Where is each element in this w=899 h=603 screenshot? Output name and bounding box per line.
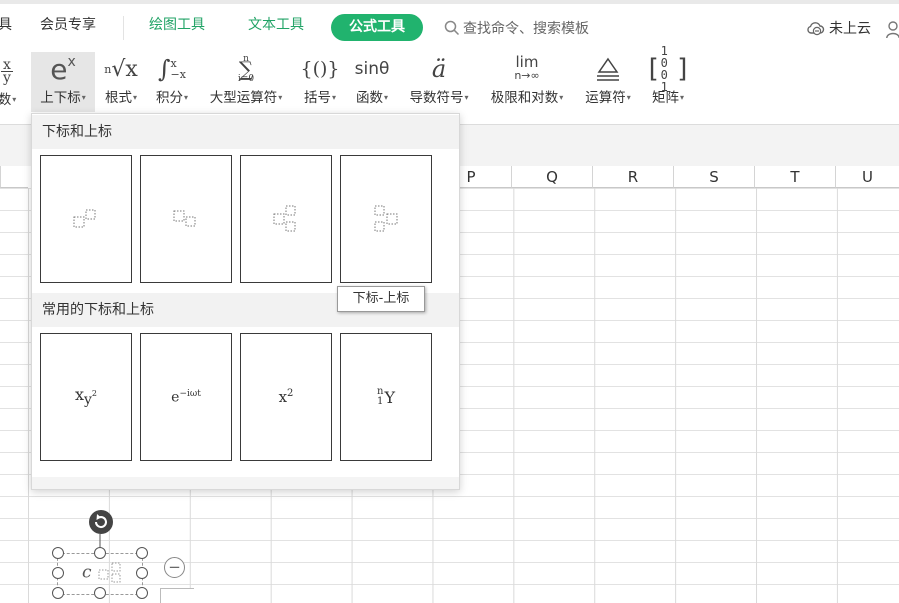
ribbon-large-operator[interactable]: n ∑ i=0 大型运算符▾ (202, 52, 290, 112)
column-header[interactable]: U (835, 166, 899, 188)
matrix-icon: [1 00 1] (645, 44, 691, 94)
ribbon-function[interactable]: sinθ 函数▾ (350, 52, 394, 112)
tooltip: 下标-上标 (337, 286, 425, 312)
top-menu-bar: 具 会员专享 绘图工具 文本工具 公式工具 查找命令、搜索模板 未上云 (0, 0, 899, 52)
template-sup: 2 (287, 388, 294, 399)
cloud-icon (807, 22, 825, 36)
search-placeholder: 查找命令、搜索模板 (463, 21, 589, 37)
tab-formula-tools[interactable]: 公式工具 (331, 14, 423, 41)
rotate-handle-icon[interactable] (89, 510, 113, 534)
accent-icon: ä (431, 55, 447, 83)
small-toolbar-icon[interactable] (160, 588, 194, 603)
menu-item-member[interactable]: 会员专享 (40, 14, 96, 36)
column-header-partial[interactable] (0, 166, 28, 188)
cloud-status[interactable]: 未上云 (806, 18, 871, 38)
template-label: xy2 (75, 385, 97, 408)
tab-text-tools[interactable]: 文本工具 (248, 14, 304, 36)
operator-icon (595, 52, 621, 86)
menu-item-partial[interactable]: 具 (0, 14, 12, 36)
formula-ribbon: xy 数▾ ex 上下标▾ n √x 根式▾ ∫ x −x 积分▾ n ∑ i=0 大型运… (0, 44, 899, 116)
ribbon-label: 括号 (303, 90, 331, 106)
template-subscript[interactable] (140, 155, 232, 283)
column-header[interactable]: R (592, 166, 673, 188)
ribbon-scripts[interactable]: ex 上下标▾ (31, 52, 95, 112)
template-label: x2 (279, 388, 294, 406)
ribbon-label: 根式 (104, 90, 132, 106)
sub-superscript-template-icon (273, 205, 296, 232)
template-base: x (74, 385, 84, 405)
template-presub: 1 (376, 396, 384, 407)
ribbon-brackets[interactable]: {()} 括号▾ (298, 52, 342, 112)
resize-handle[interactable] (136, 547, 148, 559)
template-sub: y (84, 392, 92, 409)
left-sub-superscript-template-icon (374, 205, 398, 232)
subscript-template-icon (173, 210, 196, 227)
column-header[interactable]: S (673, 166, 754, 188)
ribbon-label: 函数 (355, 90, 383, 106)
resize-handle[interactable] (136, 587, 148, 599)
column-header[interactable]: T (754, 166, 835, 188)
template-sup: −iωt (179, 388, 201, 399)
resize-handle[interactable] (52, 547, 64, 559)
ribbon-label: 数 (0, 92, 12, 108)
panel-footer (32, 477, 459, 489)
resize-handle[interactable] (52, 587, 64, 599)
function-icon: sinθ (354, 59, 390, 79)
ribbon-operator[interactable]: 运算符▾ (579, 52, 637, 112)
superscript-template-icon (73, 209, 96, 228)
common-template-x-squared[interactable]: x2 (240, 333, 332, 461)
ribbon-integral[interactable]: ∫ x −x 积分▾ (150, 52, 194, 112)
ribbon-accent[interactable]: ä 导数符号▾ (401, 52, 477, 112)
ribbon-label: 极限和对数 (490, 90, 559, 106)
section-title: 下标和上标 (32, 115, 459, 149)
placeholder-box-icon (98, 562, 121, 583)
integral-icon: ∫ x −x (158, 55, 186, 83)
ribbon-label: 运算符 (585, 90, 626, 106)
formula-base-text: c (82, 562, 92, 583)
template-label: e−iωt (171, 389, 201, 406)
ribbon-fraction[interactable]: xy 数▾ (0, 52, 20, 112)
common-template-e-power[interactable]: e−iωt (140, 333, 232, 461)
resize-handle[interactable] (94, 587, 106, 599)
cloud-status-label: 未上云 (829, 21, 871, 37)
limit-icon: lim n→∞ (514, 53, 540, 83)
ribbon-label: 上下标 (40, 90, 81, 106)
search-box[interactable]: 查找命令、搜索模板 (444, 18, 589, 38)
collapse-button[interactable]: − (164, 557, 185, 578)
tab-draw-tools[interactable]: 绘图工具 (149, 14, 205, 36)
ribbon-limit-log[interactable]: lim n→∞ 极限和对数▾ (483, 52, 571, 112)
template-superscript[interactable] (40, 155, 132, 283)
template-base: x (278, 388, 288, 406)
template-sup: 2 (91, 389, 98, 399)
template-label: n 1 Y (377, 387, 395, 407)
ribbon-label: 矩阵 (651, 90, 679, 106)
formula-object[interactable]: c (82, 562, 125, 584)
radical-icon: n √x (104, 56, 138, 82)
ribbon-label: 大型运算符 (209, 90, 278, 106)
fraction-icon: xy (1, 54, 13, 88)
column-header[interactable]: Q (511, 166, 592, 188)
common-template-x-sub-y-sq[interactable]: xy2 (40, 333, 132, 461)
template-base: Y (384, 387, 395, 407)
resize-handle[interactable] (94, 547, 106, 559)
template-sub-superscript[interactable] (240, 155, 332, 283)
ribbon-radical[interactable]: n √x 根式▾ (100, 52, 142, 112)
sum-icon: n ∑ i=0 (237, 54, 255, 84)
menu-separator (123, 16, 124, 40)
resize-handle[interactable] (136, 567, 148, 579)
common-template-left-scripts[interactable]: n 1 Y (340, 333, 432, 461)
ribbon-label: 导数符号 (409, 90, 464, 106)
ribbon-matrix[interactable]: [1 00 1] 矩阵▾ (645, 44, 691, 112)
template-left-sub-superscript[interactable] (340, 155, 432, 283)
user-icon[interactable] (886, 21, 899, 39)
resize-handle[interactable] (52, 567, 64, 579)
brackets-icon: {()} (300, 58, 340, 80)
superscript-icon: ex (50, 52, 76, 86)
search-icon (444, 20, 460, 36)
ribbon-label: 积分 (155, 90, 183, 106)
